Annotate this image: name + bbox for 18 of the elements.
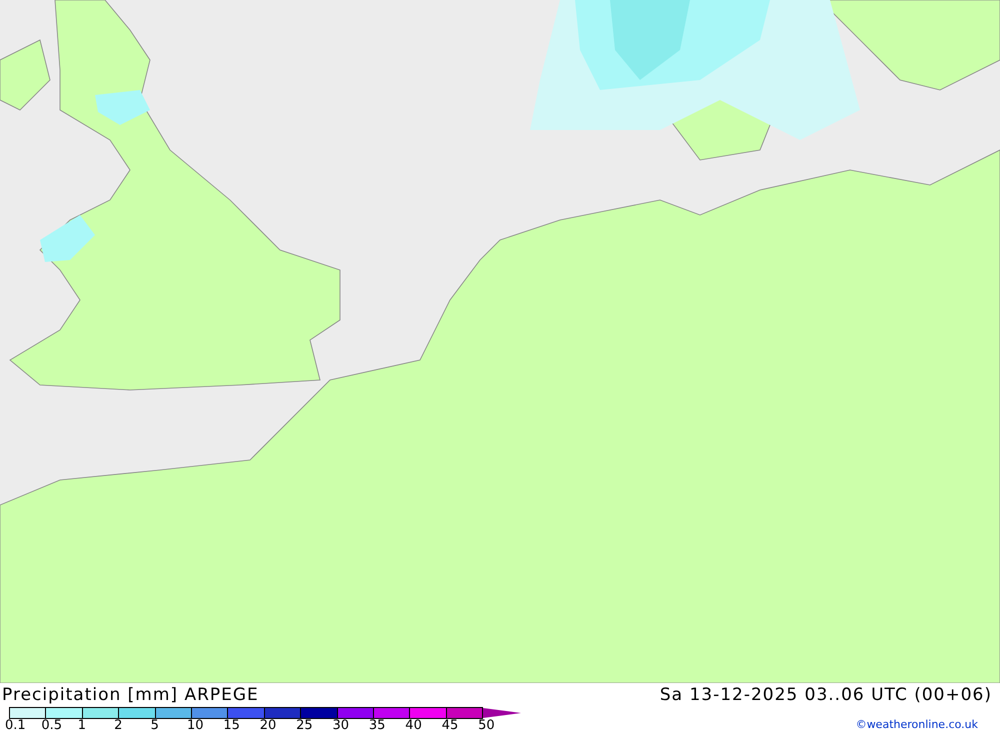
legend-label: 25 bbox=[296, 718, 313, 733]
legend-label: 35 bbox=[368, 718, 386, 733]
legend-label: 0.5 bbox=[41, 718, 62, 733]
legend-label: 15 bbox=[223, 718, 240, 733]
legend-label: 50 bbox=[478, 718, 495, 733]
legend-label: 30 bbox=[332, 718, 350, 733]
credit-link[interactable]: ©weatheronline.co.uk bbox=[856, 718, 1000, 733]
map-title: Precipitation [mm] ARPEGE bbox=[2, 685, 259, 705]
legend-arrow-icon bbox=[483, 708, 522, 718]
legend-label: 1 bbox=[78, 718, 86, 733]
legend-label: 45 bbox=[442, 718, 458, 733]
legend-label: 20 bbox=[260, 718, 276, 733]
valid-time: Sa 13-12-2025 03..06 UTC (00+06) bbox=[660, 685, 992, 705]
legend-label: 5 bbox=[150, 718, 159, 733]
legend-label: 10 bbox=[186, 718, 204, 733]
legend-label: 40 bbox=[405, 718, 422, 733]
legend-label: 2 bbox=[114, 718, 122, 733]
legend-label: 0.1 bbox=[5, 718, 26, 733]
